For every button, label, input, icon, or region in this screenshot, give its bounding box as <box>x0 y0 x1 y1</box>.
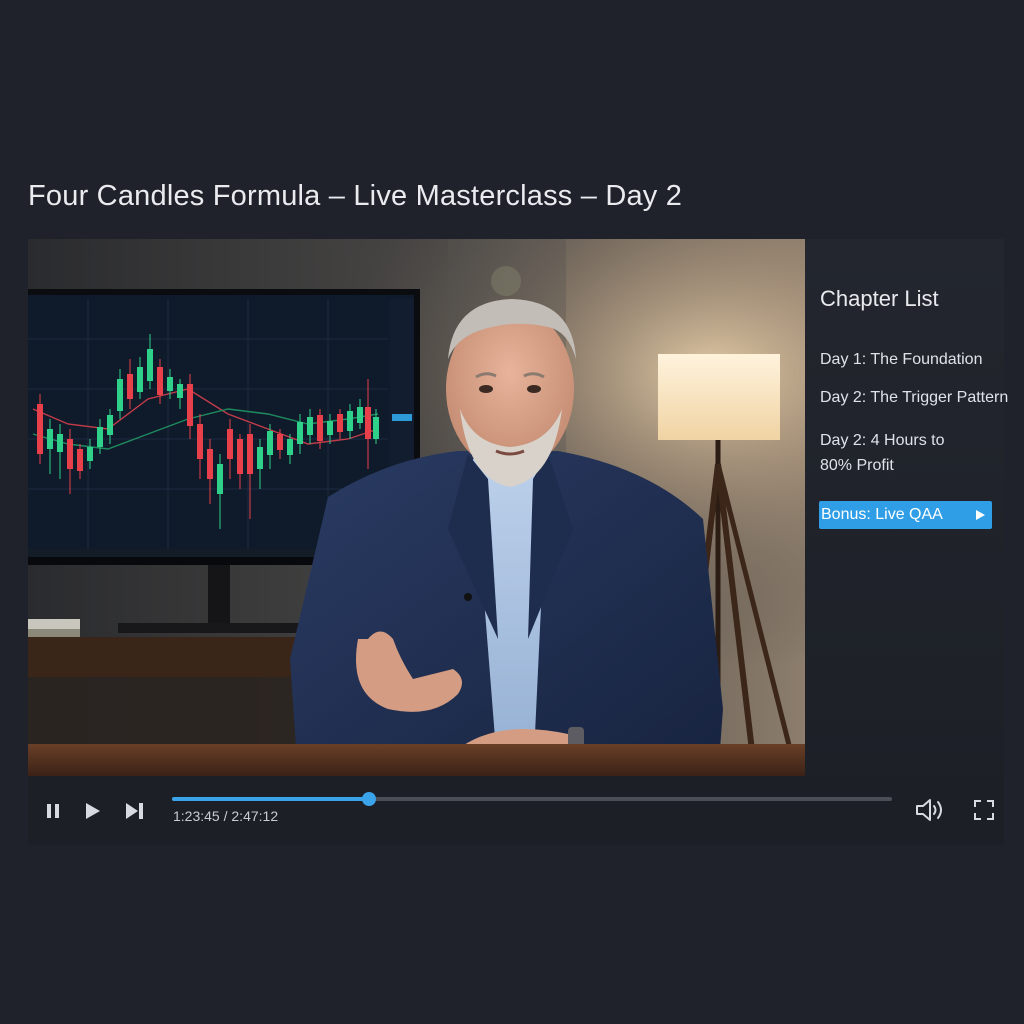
page: Four Candles Formula – Live Masterclass … <box>0 0 1024 1024</box>
chapter-list-heading: Chapter List <box>820 286 939 311</box>
video-frame[interactable] <box>28 239 805 776</box>
video-title: Four Candles Formula – Live Masterclass … <box>28 180 683 212</box>
volume-button[interactable] <box>914 797 946 823</box>
fullscreen-button[interactable] <box>973 799 995 821</box>
player-controls: 1:23:45 / 2:47:12 <box>28 776 1004 845</box>
fullscreen-icon <box>974 800 994 820</box>
progress-scrubber-handle[interactable] <box>362 792 377 806</box>
play-icon <box>976 510 985 520</box>
chapter-item-label: Bonus: Live QAA <box>821 506 943 523</box>
play-button[interactable] <box>83 801 103 821</box>
total-time: 2:47:12 <box>231 808 279 824</box>
time-separator: / <box>223 808 228 824</box>
chapter-sidebar: Chapter List Day 1: The Foundation Day 2… <box>805 239 1008 776</box>
skip-next-button[interactable] <box>124 801 146 821</box>
video-scene <box>28 239 805 776</box>
video-player: Chapter List Day 1: The Foundation Day 2… <box>28 239 1008 845</box>
progress-bar[interactable] <box>172 792 892 806</box>
progress-fill <box>172 797 370 801</box>
volume-icon <box>916 799 942 821</box>
current-time: 1:23:45 <box>173 808 220 824</box>
chapter-item-day-2-four-hours[interactable]: Day 2: 4 Hours to 80% Profit <box>820 428 970 478</box>
chapter-item-day-1-foundation[interactable]: Day 1: The Foundation <box>820 347 982 372</box>
pause-button[interactable] <box>44 802 62 820</box>
skip-next-icon <box>126 803 143 819</box>
play-icon <box>86 803 100 819</box>
time-display: 1:23:45 / 2:47:12 <box>173 808 278 824</box>
chapter-item-day-2-trigger-pattern[interactable]: Day 2: The Trigger Pattern <box>820 385 1008 410</box>
pause-icon <box>47 804 59 818</box>
chapter-item-bonus-live-qaa[interactable]: Bonus: Live QAA <box>819 501 992 529</box>
